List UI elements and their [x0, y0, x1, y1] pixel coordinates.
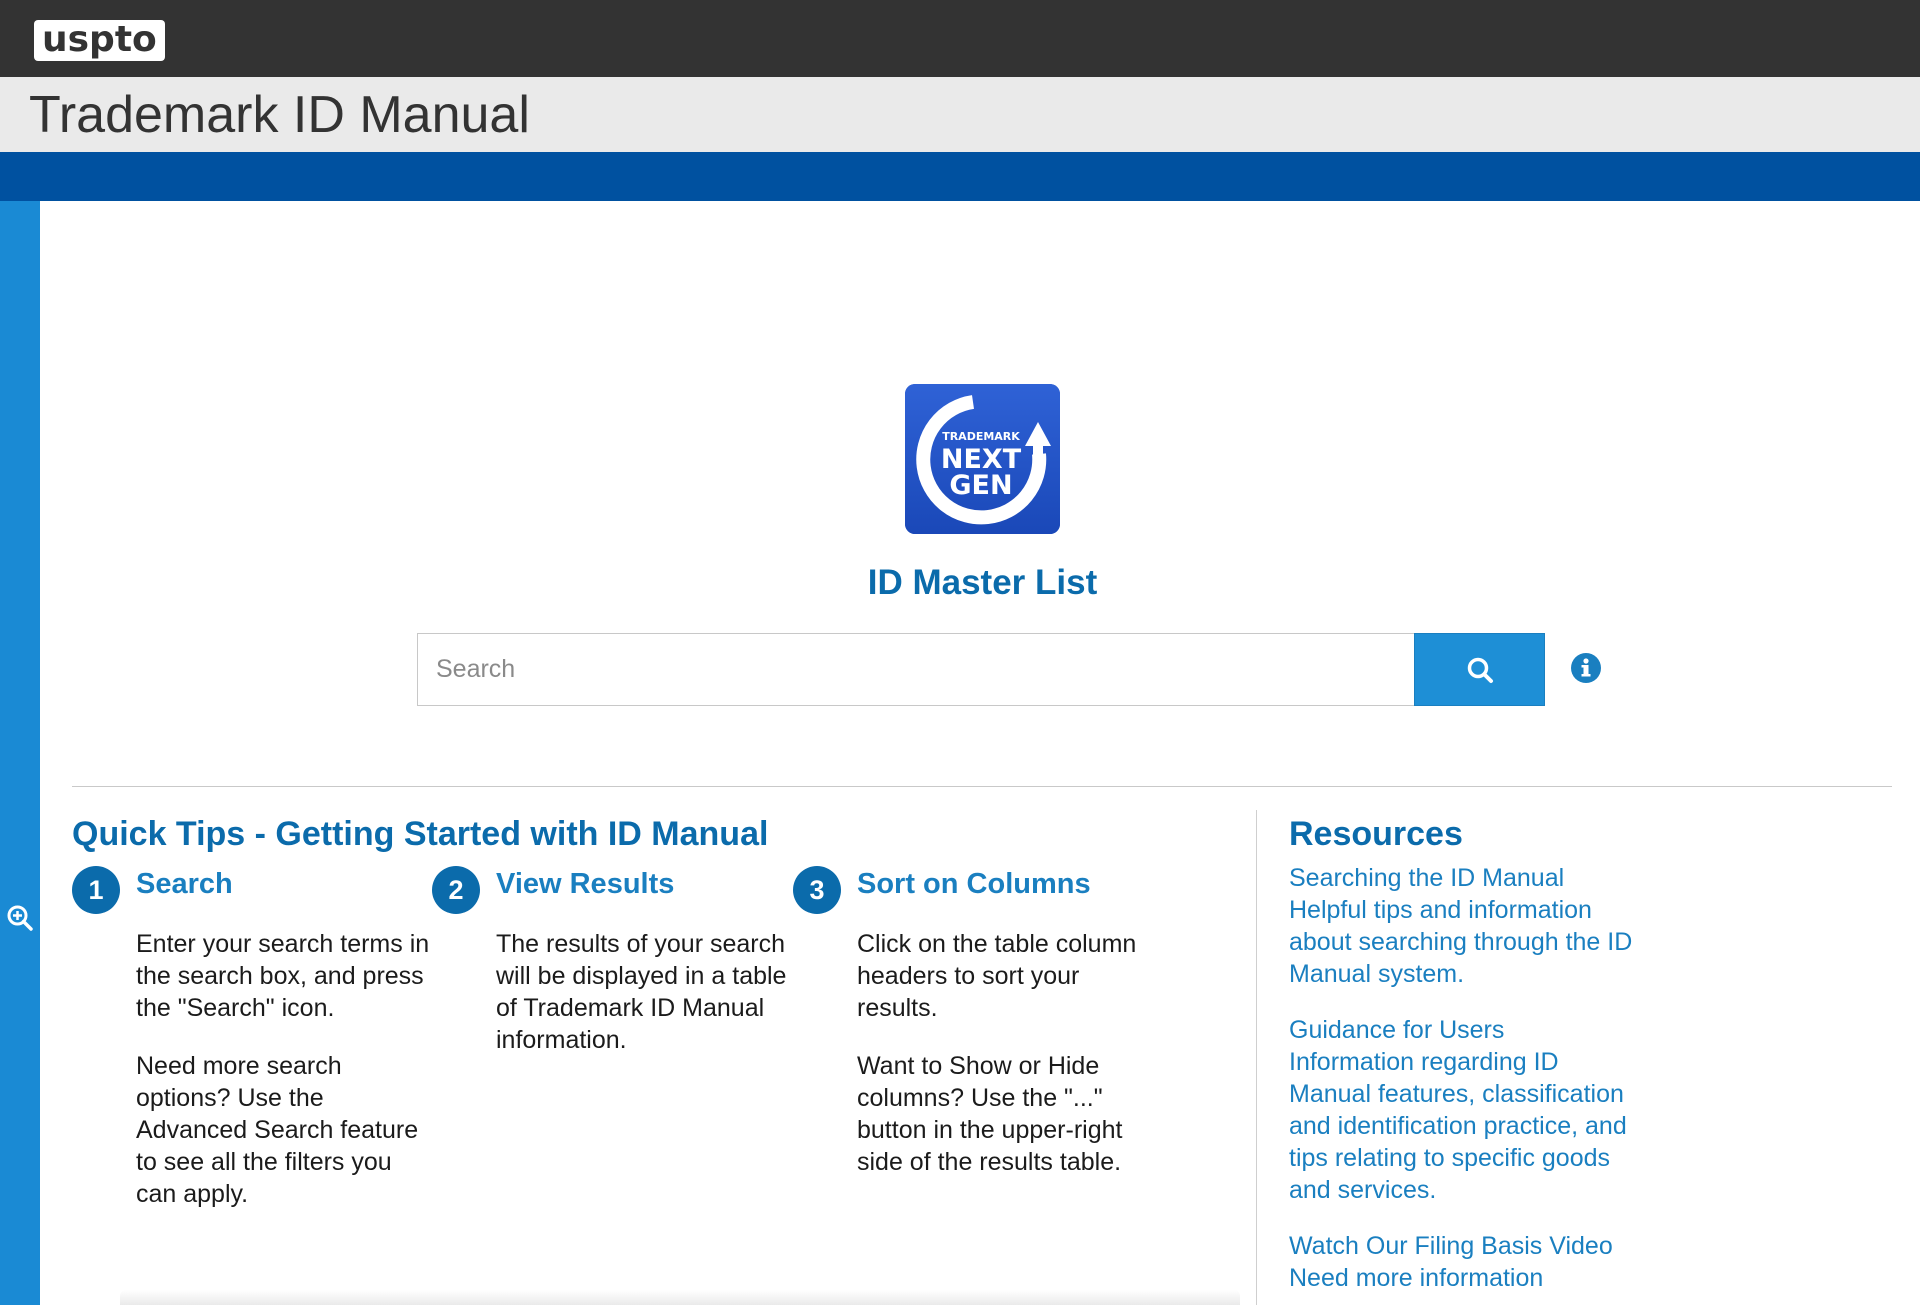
zoom-in-icon[interactable] [6, 904, 34, 932]
title-bar: Trademark ID Manual [0, 77, 1920, 152]
step-3-text: Click on the table column headers to sor… [857, 928, 1157, 1178]
resource-item: Guidance for Users Information regarding… [1289, 1014, 1634, 1206]
resource-link-searching[interactable]: Searching the ID Manual [1289, 862, 1634, 894]
step-2-badge: 2 [432, 866, 480, 914]
step-3-paragraph: Want to Show or Hide columns? Use the ".… [857, 1052, 1123, 1176]
section-divider [72, 786, 1892, 787]
column-divider [1256, 810, 1257, 1305]
resources-list: Searching the ID Manual Helpful tips and… [1289, 862, 1709, 1305]
step-1-paragraph: Need more search options? Use the Advanc… [136, 1052, 419, 1208]
logo-line-3: GEN [949, 470, 1012, 501]
resource-link-video[interactable]: Watch Our Filing Basis Video [1289, 1230, 1634, 1262]
uspto-logo[interactable]: uspto [34, 20, 165, 61]
step-2-paragraph: The results of your search will be displ… [496, 930, 787, 1054]
step-3-paragraph: Click on the table column headers to sor… [857, 930, 1137, 1022]
resource-item: Searching the ID Manual Helpful tips and… [1289, 862, 1634, 990]
step-2-text: The results of your search will be displ… [496, 928, 796, 1056]
resource-item: Watch Our Filing Basis Video Need more i… [1289, 1230, 1634, 1294]
search-input[interactable] [417, 633, 1415, 706]
step-1-badge: 1 [72, 866, 120, 914]
search-icon [1467, 657, 1493, 683]
step-3-heading: Sort on Columns [857, 868, 1091, 900]
logo-line-1: TRADEMARK [942, 430, 1020, 443]
quick-tips-title: Quick Tips - Getting Started with ID Man… [72, 815, 769, 853]
step-2-heading: View Results [496, 868, 675, 900]
nav-bar [0, 152, 1920, 201]
step-3-badge: 3 [793, 866, 841, 914]
resource-description: Helpful tips and information about searc… [1289, 896, 1633, 988]
resources-title: Resources [1289, 815, 1463, 853]
resource-link-guidance[interactable]: Guidance for Users [1289, 1014, 1634, 1046]
step-1-text: Enter your search terms in the search bo… [136, 928, 436, 1210]
resource-description: Information regarding ID Manual features… [1289, 1048, 1627, 1204]
side-panel-strip[interactable] [0, 201, 40, 1305]
top-bar: uspto [0, 0, 1920, 77]
resource-description: Need more information [1289, 1264, 1544, 1292]
trademark-next-gen-logo: TRADEMARK NEXT GEN [905, 384, 1060, 534]
bottom-panel-edge [120, 1290, 1240, 1305]
info-icon[interactable] [1570, 652, 1602, 684]
search-button[interactable] [1414, 633, 1545, 706]
app-title: Trademark ID Manual [29, 86, 530, 144]
step-1-heading: Search [136, 868, 233, 900]
id-master-list-title: ID Master List [867, 563, 1098, 602]
step-1-paragraph: Enter your search terms in the search bo… [136, 930, 430, 1022]
